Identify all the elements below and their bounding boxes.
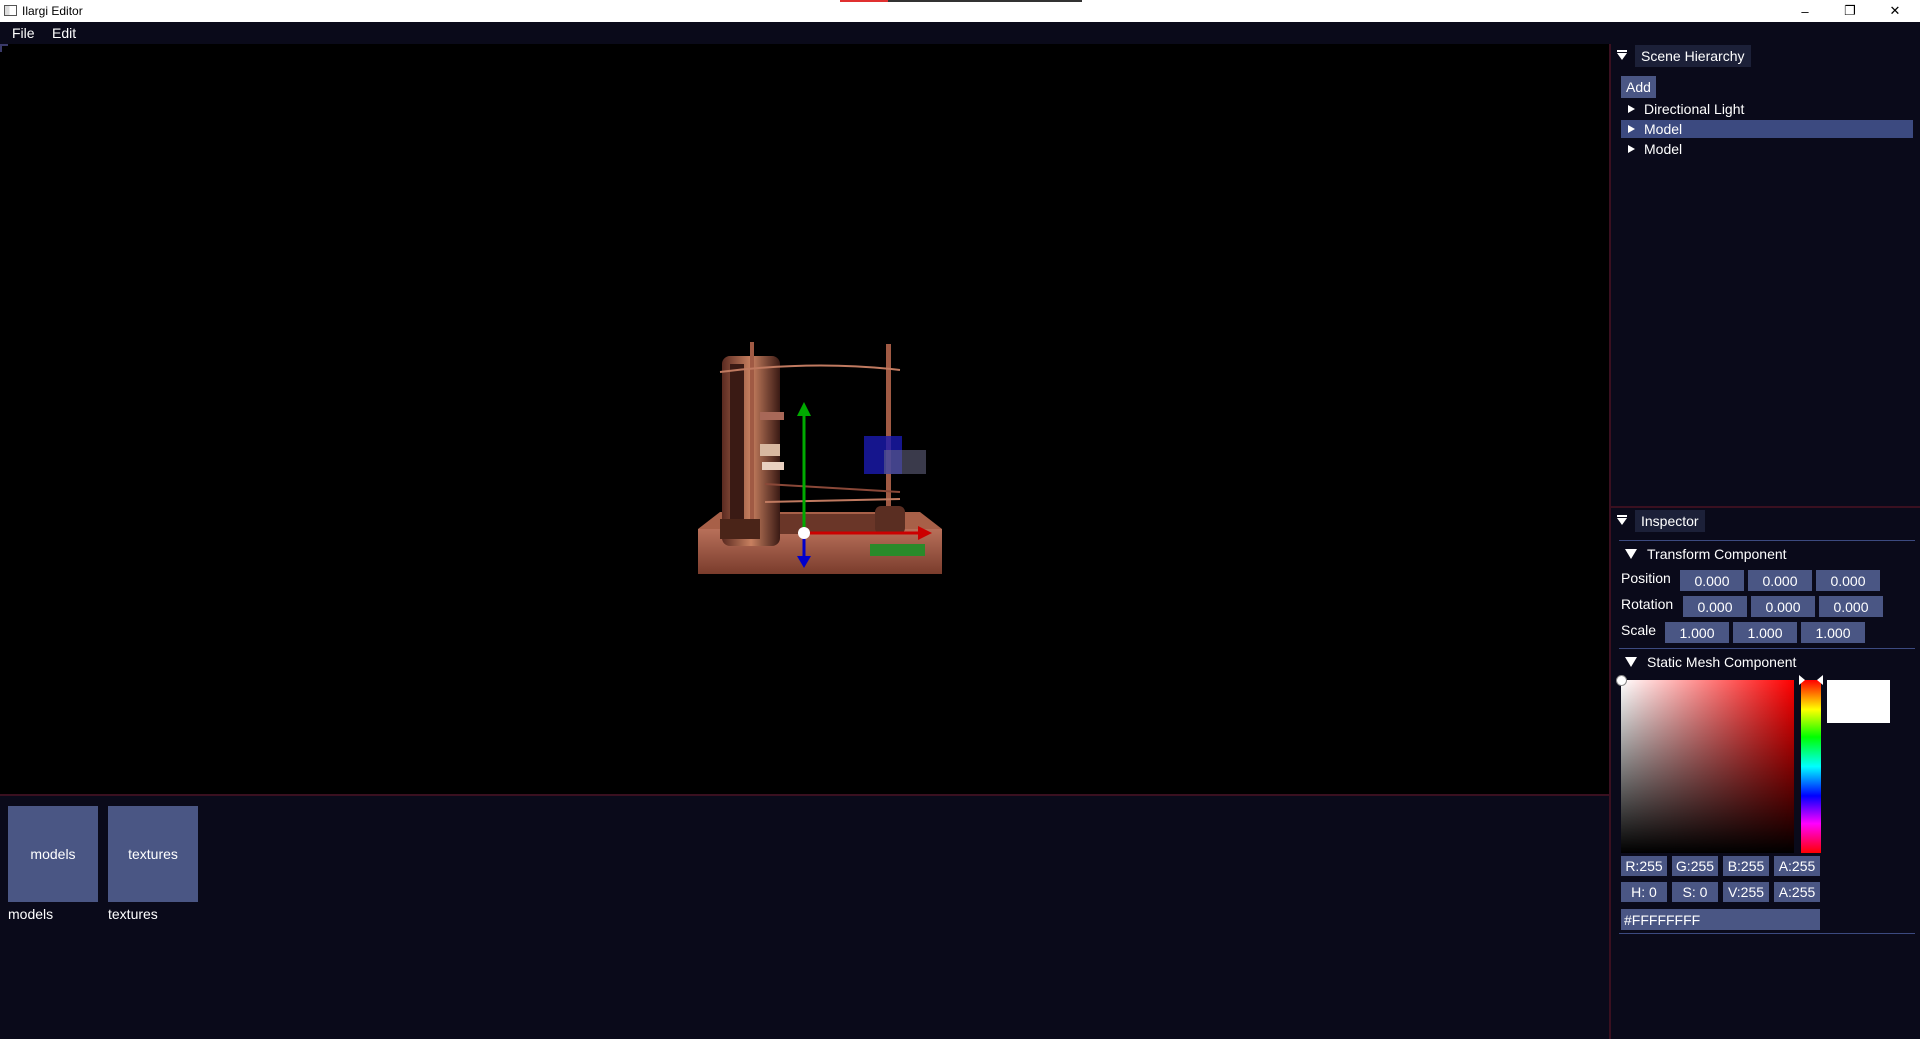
transform-component-title: Transform Component [1647,546,1787,562]
menu-file[interactable]: File [12,25,35,41]
title-progress-strip [840,0,1082,2]
scene-viewport[interactable] [0,44,1609,794]
scene-hierarchy-title: Scene Hierarchy [1635,45,1751,67]
scale-label: Scale [1621,622,1657,638]
red-channel-field[interactable]: R:255 [1621,856,1667,876]
tree-item-model-selected[interactable]: Model [1621,120,1913,138]
collapse-arrow-icon [1625,657,1637,667]
saturation-field[interactable]: S: 0 [1672,882,1718,902]
transform-component-header[interactable]: Transform Component [1625,544,1787,564]
scene-hierarchy-header[interactable]: Scene Hierarchy [1617,45,1751,67]
inspector-header[interactable]: Inspector [1617,510,1705,532]
close-icon[interactable]: ✕ [1872,0,1918,22]
divider [1619,648,1915,649]
menu-edit[interactable]: Edit [52,25,76,41]
green-channel-field[interactable]: G:255 [1672,856,1718,876]
scale-x-field[interactable]: 1.000 [1665,622,1729,643]
hue-field[interactable]: H: 0 [1621,882,1667,902]
alpha-field-hsv[interactable]: A:255 [1774,882,1820,902]
blue-channel-field[interactable]: B:255 [1723,856,1769,876]
tree-item-directional-light[interactable]: Directional Light [1621,100,1913,118]
position-label: Position [1621,570,1671,586]
folder-tile-label: models [30,846,76,862]
tree-item-label: Model [1644,141,1683,157]
color-preview-swatch[interactable] [1827,680,1890,723]
scale-y-field[interactable]: 1.000 [1733,622,1797,643]
folder-tile-textures[interactable]: textures [108,806,198,902]
hue-marker-left-icon[interactable] [1799,675,1805,685]
inspector-title: Inspector [1635,510,1705,532]
divider [1619,540,1915,541]
right-panel: Scene Hierarchy Add Directional Light Mo… [1609,44,1920,1039]
rotation-y-field[interactable]: 0.000 [1751,596,1815,617]
app-icon [4,5,17,16]
hue-slider[interactable] [1801,680,1821,853]
divider [1619,933,1915,934]
collapse-arrow-icon [1617,514,1627,525]
tree-expand-arrow-icon[interactable] [1628,145,1635,153]
rotation-z-field[interactable]: 0.000 [1819,596,1883,617]
value-field[interactable]: V:255 [1723,882,1769,902]
static-mesh-component-header[interactable]: Static Mesh Component [1625,652,1796,672]
hex-color-field[interactable]: #FFFFFFFF [1621,909,1820,930]
position-z-field[interactable]: 0.000 [1816,570,1880,591]
position-x-field[interactable]: 0.000 [1680,570,1744,591]
tree-item-label: Model [1644,121,1683,137]
saturation-value-cursor[interactable] [1616,675,1627,686]
minimize-icon[interactable]: – [1782,0,1828,22]
tree-expand-arrow-icon[interactable] [1628,105,1635,113]
folder-tile-models[interactable]: models [8,806,98,902]
title-bar: Ilargi Editor – ❐ ✕ [0,0,1920,22]
folder-tile-label: textures [128,846,178,862]
tree-item-label: Directional Light [1644,101,1745,117]
tree-item-model[interactable]: Model [1621,140,1913,158]
scale-z-field[interactable]: 1.000 [1801,622,1865,643]
collapse-arrow-icon [1617,49,1627,60]
folder-name-models: models [8,906,54,922]
maximize-icon[interactable]: ❐ [1827,0,1873,22]
viewport-render [698,342,942,574]
static-mesh-component-title: Static Mesh Component [1647,654,1797,670]
saturation-value-picker[interactable] [1621,680,1794,853]
collapse-arrow-icon [1625,549,1637,559]
position-y-field[interactable]: 0.000 [1748,570,1812,591]
asset-browser: models models textures textures [0,794,1609,1039]
tree-expand-arrow-icon[interactable] [1628,125,1635,133]
folder-name-textures: textures [108,906,158,922]
rotation-label: Rotation [1621,596,1674,612]
panel-separator[interactable] [1611,506,1920,508]
window-title: Ilargi Editor [22,4,83,18]
menu-bar: File Edit [0,22,1920,44]
hue-marker-right-icon[interactable] [1817,675,1823,685]
rotation-x-field[interactable]: 0.000 [1683,596,1747,617]
add-entity-button[interactable]: Add [1621,76,1656,98]
alpha-channel-field[interactable]: A:255 [1774,856,1820,876]
